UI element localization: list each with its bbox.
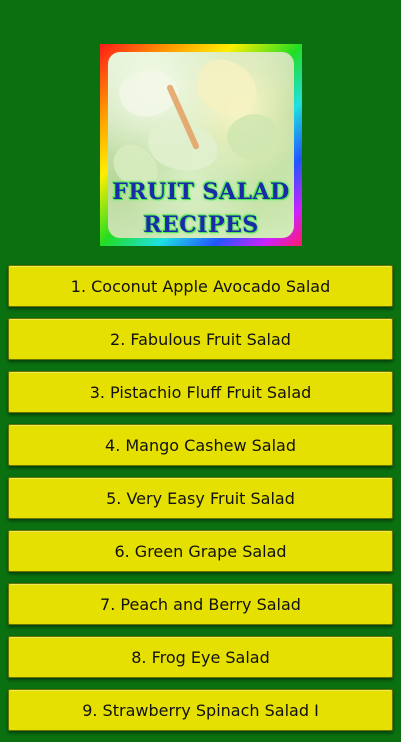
app-logo: FRUIT SALAD RECIPES — [100, 44, 302, 246]
recipe-button-9[interactable]: 9. Strawberry Spinach Salad I — [8, 689, 393, 731]
recipe-button-1[interactable]: 1. Coconut Apple Avocado Salad — [8, 265, 393, 307]
logo-title: FRUIT SALAD RECIPES — [108, 176, 294, 238]
recipe-button-7[interactable]: 7. Peach and Berry Salad — [8, 583, 393, 625]
logo-title-line2: RECIPES — [143, 212, 259, 238]
recipe-button-5[interactable]: 5. Very Easy Fruit Salad — [8, 477, 393, 519]
recipe-button-4[interactable]: 4. Mango Cashew Salad — [8, 424, 393, 466]
recipe-button-6[interactable]: 6. Green Grape Salad — [8, 530, 393, 572]
recipe-list: 1. Coconut Apple Avocado Salad 2. Fabulo… — [8, 265, 393, 742]
recipe-button-2[interactable]: 2. Fabulous Fruit Salad — [8, 318, 393, 360]
salad-photo: FRUIT SALAD RECIPES — [108, 52, 294, 238]
recipe-button-8[interactable]: 8. Frog Eye Salad — [8, 636, 393, 678]
logo-title-line1: FRUIT SALAD — [112, 179, 290, 205]
recipe-button-3[interactable]: 3. Pistachio Fluff Fruit Salad — [8, 371, 393, 413]
